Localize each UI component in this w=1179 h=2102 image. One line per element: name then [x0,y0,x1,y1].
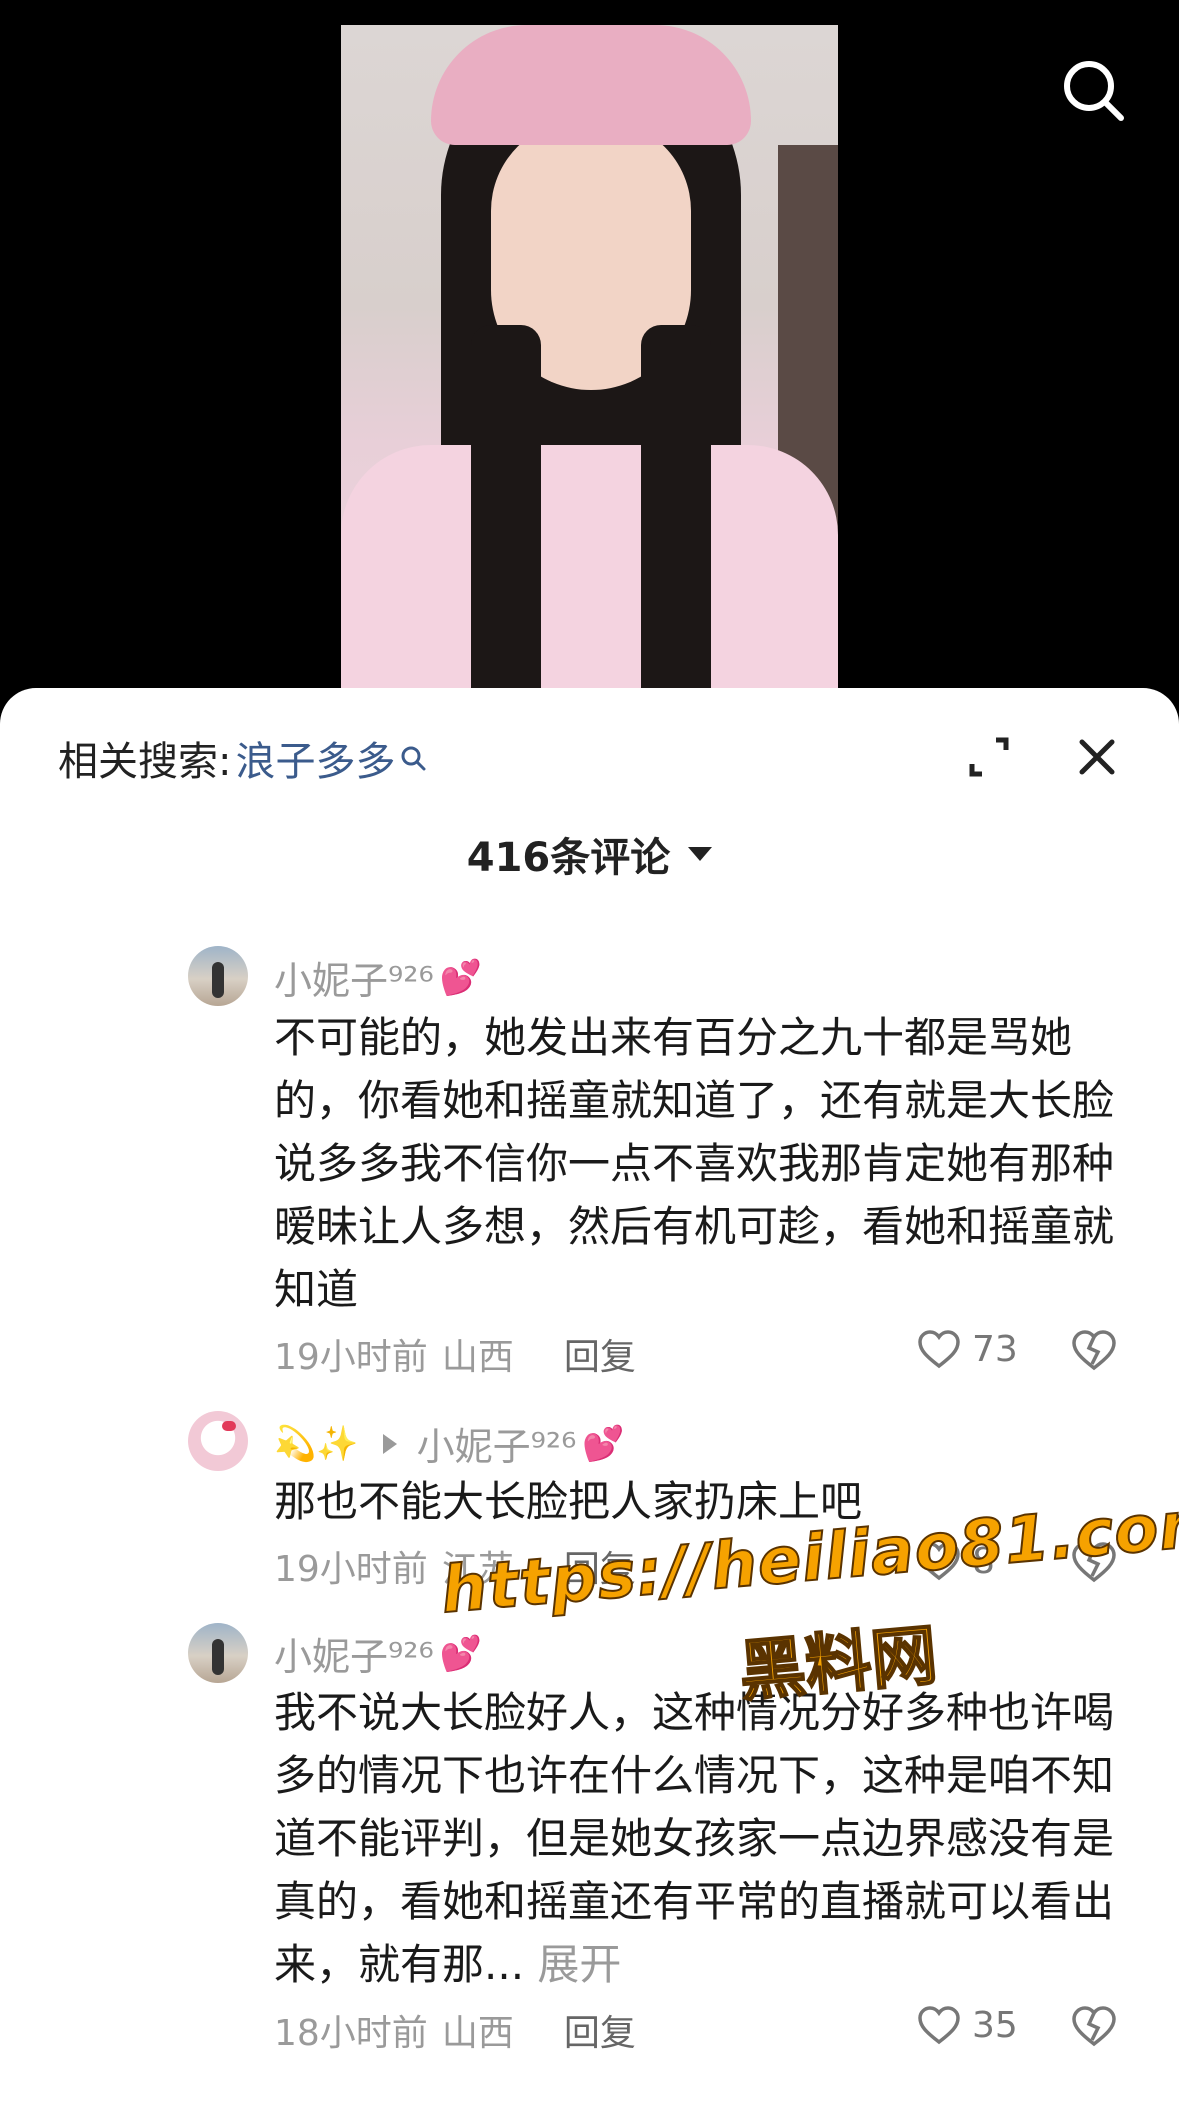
expand-button[interactable] [962,730,1016,784]
comment-location: 山西 [441,1337,514,1378]
search-button[interactable] [1061,58,1127,124]
username-emoji: 💕 [439,1633,483,1674]
comment-time: 18小时前 [274,2013,428,2054]
reply-button[interactable]: 回复 [564,2004,636,2056]
like-count: 73 [972,1328,1018,1370]
comment-location: 山西 [441,2013,514,2054]
comment-time: 19小时前 [274,1549,428,1590]
broken-heart-icon [1072,1542,1116,1583]
reply-button[interactable]: 回复 [564,1540,636,1592]
like-count: 35 [972,2004,1018,2046]
related-search[interactable]: 相关搜索: 浪子多多 [58,728,427,788]
like-count: 8 [972,1540,995,1582]
avatar[interactable] [188,1411,248,1471]
reply-button[interactable]: 回复 [564,1328,636,1380]
video-subject-hair-left [471,325,541,725]
comment-text: 那也不能大长脸把人家扔床上吧 [274,1477,863,1526]
comment-sheet: 相关搜索: 浪子多多 416条评论 小妮子⁹²⁶ 💕 不可能的，她发出来有百分之… [0,688,1179,2102]
video-player[interactable] [0,0,1179,725]
small-search-icon [401,746,426,771]
comment-count: 416条评论 [466,835,671,881]
comment-username[interactable]: 小妮子⁹²⁶ 💕 [274,950,482,1005]
reply-to-username: 小妮子⁹²⁶ [416,1425,577,1469]
comment-text: 我不说大长脸好人，这种情况分好多种也许喝多的情况下也许在什么情况下，这种是咱不知… [274,1681,1114,1996]
like-button[interactable]: 73 [916,1328,1018,1370]
comment-meta: 19小时前 山西 回复 [274,1328,636,1380]
username-text: 💫✨ [274,1423,359,1464]
avatar[interactable] [188,946,248,1006]
heart-icon [918,2006,960,2045]
comment-text: 不可能的，她发出来有百分之九十都是骂她的，你看她和摇童就知道了，还有就是大长脸说… [274,1013,1115,1314]
comment-text-body: 我不说大长脸好人，这种情况分好多种也许喝多的情况下也许在什么情况下，这种是咱不知… [274,1688,1115,1989]
avatar[interactable] [188,1623,248,1683]
like-button[interactable]: 35 [916,2004,1018,2046]
dislike-button[interactable] [1070,2004,1118,2048]
broken-heart-icon [1072,1330,1116,1371]
caret-down-icon [688,847,713,861]
username-emoji: 💕 [439,957,483,998]
reply-arrow-icon [382,1433,397,1454]
comment-meta: 19小时前 江苏 回复 [274,1540,636,1592]
username-text: 小妮子⁹²⁶ [274,959,434,1003]
username-emoji: 💕 [582,1423,625,1464]
comment-username[interactable]: 💫✨ 小妮子⁹²⁶ 💕 [274,1416,625,1471]
search-icon [1064,61,1124,121]
close-icon [1079,739,1115,775]
video-subject-shirt [341,445,838,725]
username-text: 小妮子⁹²⁶ [274,1635,434,1679]
expand-text-link[interactable]: 展开 [537,1940,621,1989]
dislike-button[interactable] [1070,1540,1118,1584]
comment-username[interactable]: 小妮子⁹²⁶ 💕 [274,1626,482,1681]
video-subject-headband [431,25,751,145]
related-search-label: 相关搜索: [58,739,232,785]
related-search-term[interactable]: 浪子多多 [235,729,395,787]
comment-count-toggle[interactable]: 416条评论 [0,824,1179,884]
video-subject-hair-right [641,325,711,725]
like-button[interactable]: 8 [916,1540,995,1582]
broken-heart-icon [1072,2006,1116,2047]
close-button[interactable] [1070,730,1124,784]
heart-icon [918,1330,960,1369]
heart-icon [918,1542,960,1581]
dislike-button[interactable] [1070,1328,1118,1372]
expand-icon [969,737,1009,777]
comment-meta: 18小时前 山西 回复 [274,2004,636,2056]
comment-time: 19小时前 [274,1337,428,1378]
video-frame[interactable] [341,25,838,725]
comment-location: 江苏 [441,1549,514,1590]
